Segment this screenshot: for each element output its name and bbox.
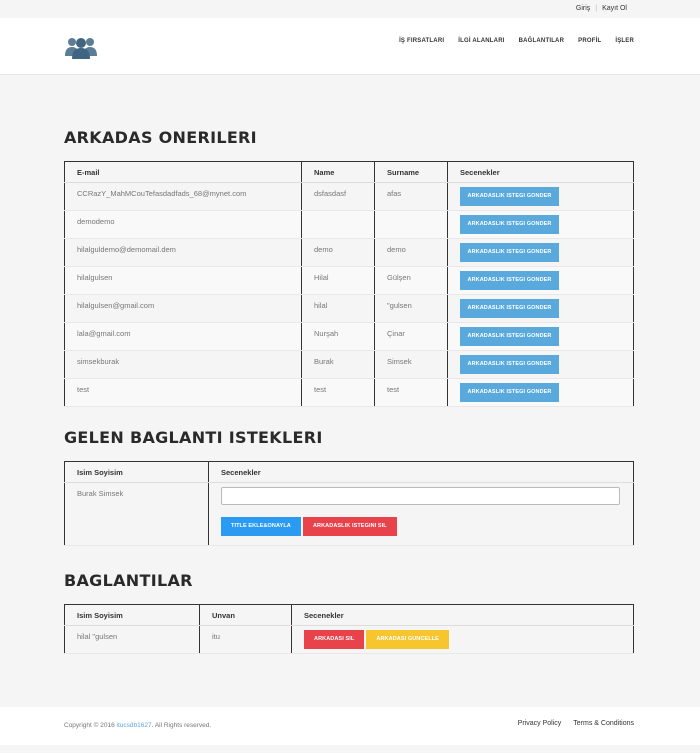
options-cell: ARKADASLIK ISTEGI GONDER — [447, 378, 634, 407]
column-options: Secenekler — [208, 461, 634, 483]
table-row: Burak Simsek TITLE EKLE&ONAYLA ARKADASLI… — [64, 482, 634, 546]
options-cell: ARKADASLIK ISTEGI GONDER — [447, 182, 634, 211]
options-cell: ARKADASLIK ISTEGI GONDER — [447, 266, 634, 295]
column-title: Unvan — [199, 604, 292, 626]
nav-profile[interactable]: PROFİL — [578, 38, 601, 44]
footer-links: Privacy Policy Terms & Conditions — [518, 720, 634, 727]
surname-cell: Çinar — [374, 322, 448, 351]
send-friend-request-button[interactable]: ARKADASLIK ISTEGI GONDER — [460, 327, 559, 346]
table-row: test test test ARKADASLIK ISTEGI GONDER — [64, 378, 634, 407]
table-row: CCRazY_MahMCouTefasdadfads_68@mynet.com d… — [64, 182, 634, 211]
nav-job-opportunities[interactable]: İŞ FIRSATLARI — [399, 38, 444, 44]
options-cell: ARKADASLIK ISTEGI GONDER — [447, 294, 634, 323]
connection-options: ARKADASI SIL ARKADASI GUNCELLE — [291, 625, 634, 654]
column-options: Secenekler — [447, 161, 634, 183]
copyright-link[interactable]: itucsdb1627 — [117, 722, 152, 729]
delete-request-button[interactable]: ARKADASLIK ISTEGINI SIL — [302, 517, 397, 536]
column-name: Name — [301, 161, 375, 183]
name-cell — [301, 210, 375, 239]
send-friend-request-button[interactable]: ARKADASLIK ISTEGI GONDER — [460, 383, 559, 402]
nav-interests[interactable]: İLGİ ALANLARI — [458, 38, 504, 44]
approve-button[interactable]: TITLE EKLE&ONAYLA — [221, 517, 301, 536]
nav-connections[interactable]: BAĞLANTILAR — [519, 38, 565, 44]
email-cell: demodemo — [64, 210, 302, 239]
privacy-policy-link[interactable]: Privacy Policy — [518, 720, 562, 727]
name-cell: dsfasdasf — [301, 182, 375, 211]
send-friend-request-button[interactable]: ARKADASLIK ISTEGI GONDER — [460, 243, 559, 262]
send-friend-request-button[interactable]: ARKADASLIK ISTEGI GONDER — [460, 215, 559, 234]
incoming-requests-table: Isim Soyisim Secenekler Burak Simsek TIT… — [64, 461, 634, 546]
site-header: İŞ FIRSATLARI İLGİ ALANLARI BAĞLANTILAR … — [0, 18, 700, 75]
auth-links: Giriş | Kayıt Ol — [576, 5, 627, 12]
divider: | — [595, 5, 598, 12]
nav-jobs[interactable]: İŞLER — [615, 38, 634, 44]
terms-link[interactable]: Terms & Conditions — [573, 720, 634, 727]
name-cell: Burak — [301, 350, 375, 379]
team-logo-icon[interactable] — [64, 35, 98, 59]
send-friend-request-button[interactable]: ARKADASLIK ISTEGI GONDER — [460, 187, 559, 206]
site-footer: Copyright © 2016 itucsdb1627. All Rights… — [0, 707, 700, 745]
email-cell: hilalgulsen@gmail.com — [64, 294, 302, 323]
copyright: Copyright © 2016 itucsdb1627. All Rights… — [64, 722, 211, 729]
options-cell: ARKADASLIK ISTEGI GONDER — [447, 350, 634, 379]
connections-title: BAGLANTILAR — [64, 571, 193, 590]
send-friend-request-button[interactable]: ARKADASLIK ISTEGI GONDER — [460, 299, 559, 318]
options-cell: ARKADASLIK ISTEGI GONDER — [447, 210, 634, 239]
name-cell: test — [301, 378, 375, 407]
connection-name: hilal "gulsen — [64, 625, 200, 654]
email-cell: CCRazY_MahMCouTefasdadfads_68@mynet.com — [64, 182, 302, 211]
surname-cell: "gulsen — [374, 294, 448, 323]
column-email: E-mail — [64, 161, 302, 183]
email-cell: simsekburak — [64, 350, 302, 379]
column-options: Secenekler — [291, 604, 634, 626]
delete-friend-button[interactable]: ARKADASI SIL — [304, 630, 365, 649]
update-friend-button[interactable]: ARKADASI GUNCELLE — [366, 630, 449, 649]
name-cell: hilal — [301, 294, 375, 323]
email-cell: hilalgulsen — [64, 266, 302, 295]
top-bar: Giriş | Kayıt Ol — [0, 0, 700, 18]
email-cell: lala@gmail.com — [64, 322, 302, 351]
email-cell: hilalguldemo@demomail.dem — [64, 238, 302, 267]
column-full-name: Isim Soyisim — [64, 604, 200, 626]
column-full-name: Isim Soyisim — [64, 461, 209, 483]
surname-cell: Gülşen — [374, 266, 448, 295]
table-row: hilalgulsen@gmail.com hilal "gulsen ARKADAS… — [64, 294, 634, 323]
email-cell: test — [64, 378, 302, 407]
table-row: lala@gmail.com Nurşah Çinar ARKADASLIK ISTE… — [64, 322, 634, 351]
options-cell: ARKADASLIK ISTEGI GONDER — [447, 238, 634, 267]
connections-table: Isim Soyisim Unvan Secenekler hilal "gul… — [64, 604, 634, 654]
copyright-suffix: . All Rights reserved. — [151, 722, 212, 729]
table-row: hilalguldemo@demomail.dem demo demo ARKADAS… — [64, 238, 634, 267]
column-surname: Surname — [374, 161, 448, 183]
surname-cell: test — [374, 378, 448, 407]
name-cell: Nurşah — [301, 322, 375, 351]
send-friend-request-button[interactable]: ARKADASLIK ISTEGI GONDER — [460, 355, 559, 374]
table-row: demodemo ARKADASLIK ISTEGI GONDER — [64, 210, 634, 239]
friend-suggestions-table: E-mail Name Surname Secenekler CCRazY_Ma… — [64, 161, 634, 407]
main-nav: İŞ FIRSATLARI İLGİ ALANLARI BAĞLANTILAR … — [399, 38, 634, 44]
login-link[interactable]: Giriş — [576, 5, 590, 12]
table-row: simsekburak Burak Simsek ARKADASLIK ISTEGI … — [64, 350, 634, 379]
options-cell: ARKADASLIK ISTEGI GONDER — [447, 322, 634, 351]
table-row: hilal "gulsen itu ARKADASI SIL ARKADASI … — [64, 625, 634, 654]
copyright-prefix: Copyright © 2016 — [64, 722, 117, 729]
requester-name: Burak Simsek — [64, 482, 209, 546]
table-row: hilalgulsen Hilal Gülşen ARKADASLIK ISTEGI … — [64, 266, 634, 295]
connection-title: itu — [199, 625, 292, 654]
surname-cell — [374, 210, 448, 239]
register-link[interactable]: Kayıt Ol — [602, 5, 627, 12]
name-cell: demo — [301, 238, 375, 267]
incoming-requests-title: GELEN BAGLANTI ISTEKLERI — [64, 428, 323, 447]
request-options: TITLE EKLE&ONAYLA ARKADASLIK ISTEGINI SI… — [208, 482, 634, 546]
friend-suggestions-title: ARKADAS ONERILERI — [64, 128, 257, 147]
surname-cell: afas — [374, 182, 448, 211]
title-input[interactable] — [221, 487, 620, 505]
name-cell: Hilal — [301, 266, 375, 295]
surname-cell: Simsek — [374, 350, 448, 379]
send-friend-request-button[interactable]: ARKADASLIK ISTEGI GONDER — [460, 271, 559, 290]
surname-cell: demo — [374, 238, 448, 267]
